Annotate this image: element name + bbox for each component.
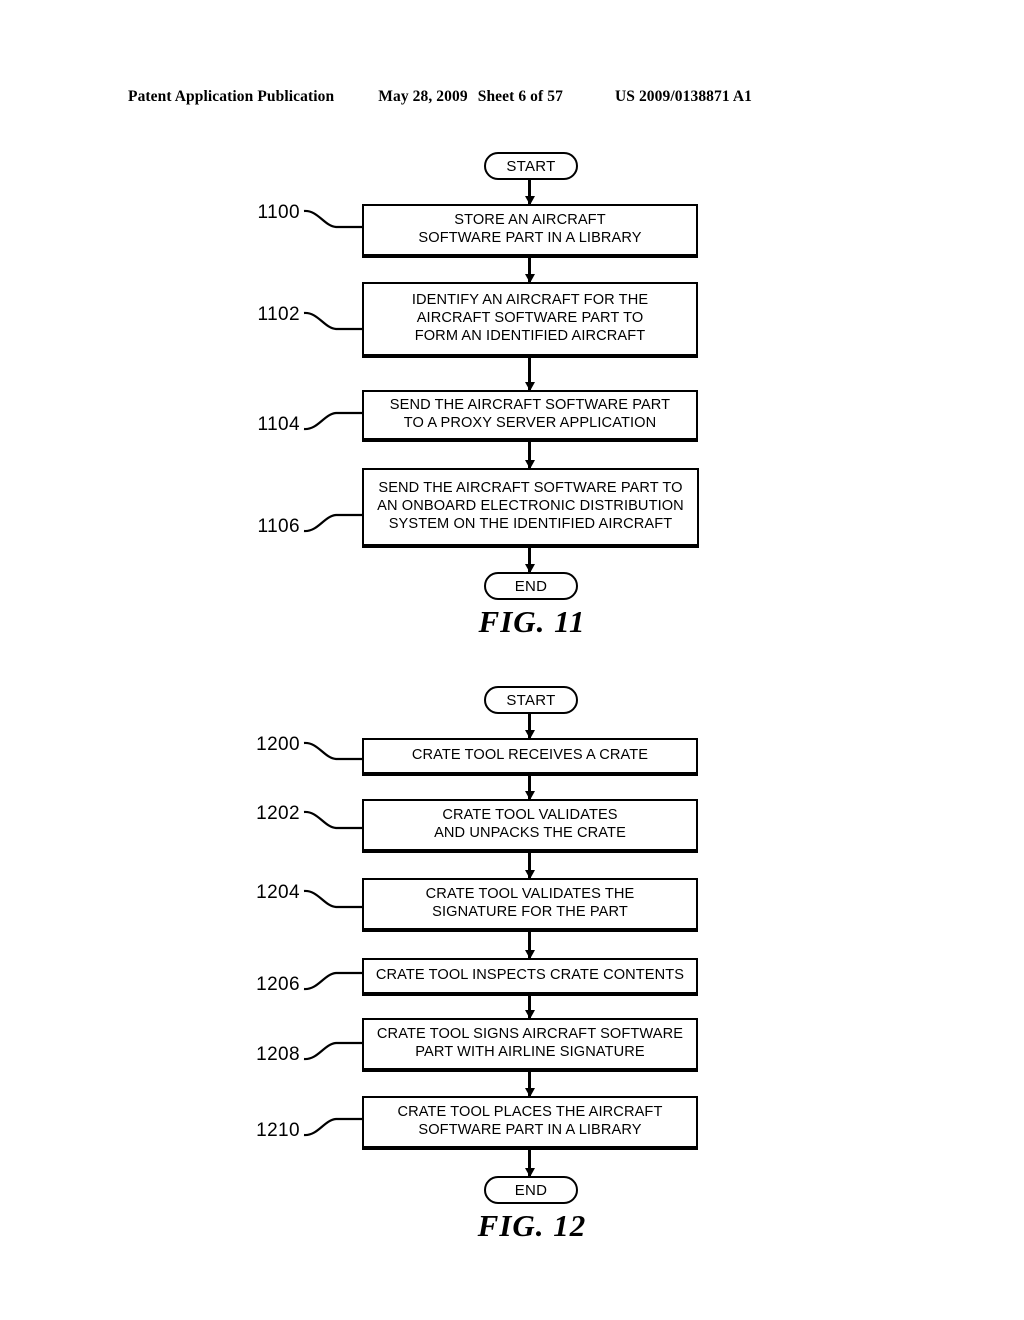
page-header: Patent Application Publication May 28, 2… (128, 88, 896, 110)
leader-line-1200 (303, 741, 362, 761)
connector-1202-to-1204 (528, 853, 531, 878)
connector-start-to-1200 (528, 714, 531, 738)
process-box-1104: SEND THE AIRCRAFT SOFTWARE PART TO A PRO… (362, 390, 698, 442)
connector-1206-to-1208 (528, 996, 531, 1018)
header-sheet: Sheet 6 of 57 (477, 88, 563, 105)
process-box-1106-label: SEND THE AIRCRAFT SOFTWARE PART TO AN ON… (377, 480, 684, 532)
process-box-1102-label: IDENTIFY AN AIRCRAFT FOR THE AIRCRAFT SO… (411, 292, 649, 344)
header-publication: Patent Application Publication (128, 88, 335, 105)
reference-numeral-1208: 1208 (256, 1044, 300, 1065)
reference-numeral-1100: 1100 (257, 202, 300, 223)
process-box-1208-label: CRATE TOOL SIGNS AIRCRAFT SOFTWARE PART … (376, 1026, 684, 1060)
leader-line-1208 (303, 1041, 362, 1061)
process-box-1104-label: SEND THE AIRCRAFT SOFTWARE PART TO A PRO… (389, 397, 671, 431)
process-box-1206: CRATE TOOL INSPECTS CRATE CONTENTS (362, 958, 698, 996)
connector-1200-to-1202 (528, 776, 531, 799)
process-box-1210: CRATE TOOL PLACES THE AIRCRAFT SOFTWARE … (362, 1096, 698, 1150)
process-box-1202-label: CRATE TOOL VALIDATES AND UNPACKS THE CRA… (434, 807, 626, 841)
reference-numeral-1206: 1206 (256, 974, 300, 995)
process-box-1202: CRATE TOOL VALIDATES AND UNPACKS THE CRA… (362, 799, 698, 853)
process-box-1102: IDENTIFY AN AIRCRAFT FOR THE AIRCRAFT SO… (362, 282, 698, 358)
process-box-1206-label: CRATE TOOL INSPECTS CRATE CONTENTS (375, 967, 685, 984)
reference-numeral-1204: 1204 (256, 882, 300, 903)
process-box-1204: CRATE TOOL VALIDATES THE SIGNATURE FOR T… (362, 878, 698, 932)
leader-line-1104 (303, 411, 362, 431)
connector-1204-to-1206 (528, 932, 531, 958)
reference-numeral-1104: 1104 (257, 414, 300, 435)
end-terminator-fig12: END (484, 1176, 578, 1204)
process-box-1200-label: CRATE TOOL RECEIVES A CRATE (411, 747, 649, 764)
connector-1102-to-1104 (528, 358, 531, 390)
reference-numeral-1200: 1200 (256, 734, 300, 755)
connector-start-to-1100 (528, 180, 531, 204)
leader-line-1204 (303, 889, 362, 909)
connector-1106-to-end (528, 548, 531, 572)
figure-caption-11: FIG. 11 (478, 604, 586, 639)
reference-numeral-1106: 1106 (257, 516, 300, 537)
connector-1100-to-1102 (528, 258, 531, 282)
leader-line-1202 (303, 810, 362, 830)
process-box-1208: CRATE TOOL SIGNS AIRCRAFT SOFTWARE PART … (362, 1018, 698, 1072)
reference-numeral-1102: 1102 (257, 304, 300, 325)
reference-numeral-1210: 1210 (256, 1120, 300, 1141)
start-terminator-fig12: START (484, 686, 578, 714)
process-box-1100-label: STORE AN AIRCRAFT SOFTWARE PART IN A LIB… (418, 212, 642, 246)
start-terminator-fig11: START (484, 152, 578, 180)
start-terminator-label: START (506, 691, 556, 709)
connector-1210-to-end (528, 1150, 531, 1176)
leader-line-1102 (303, 311, 362, 331)
process-box-1200: CRATE TOOL RECEIVES A CRATE (362, 738, 698, 776)
figure-caption-12: FIG. 12 (477, 1208, 587, 1243)
process-box-1210-label: CRATE TOOL PLACES THE AIRCRAFT SOFTWARE … (397, 1104, 663, 1138)
header-date: May 28, 2009 (378, 88, 468, 105)
connector-1208-to-1210 (528, 1072, 531, 1096)
leader-line-1106 (303, 513, 362, 533)
start-terminator-label: START (506, 157, 556, 175)
process-box-1100: STORE AN AIRCRAFT SOFTWARE PART IN A LIB… (362, 204, 698, 258)
leader-line-1210 (303, 1117, 362, 1137)
end-terminator-fig11: END (484, 572, 578, 600)
leader-line-1206 (303, 971, 362, 991)
end-terminator-label: END (514, 1181, 548, 1199)
reference-numeral-1202: 1202 (256, 803, 300, 824)
end-terminator-label: END (514, 577, 548, 595)
connector-1104-to-1106 (528, 442, 531, 468)
process-box-1106: SEND THE AIRCRAFT SOFTWARE PART TO AN ON… (362, 468, 699, 548)
process-box-1204-label: CRATE TOOL VALIDATES THE SIGNATURE FOR T… (425, 886, 635, 920)
header-patent-number: US 2009/0138871 A1 (614, 88, 752, 105)
leader-line-1100 (303, 209, 362, 229)
